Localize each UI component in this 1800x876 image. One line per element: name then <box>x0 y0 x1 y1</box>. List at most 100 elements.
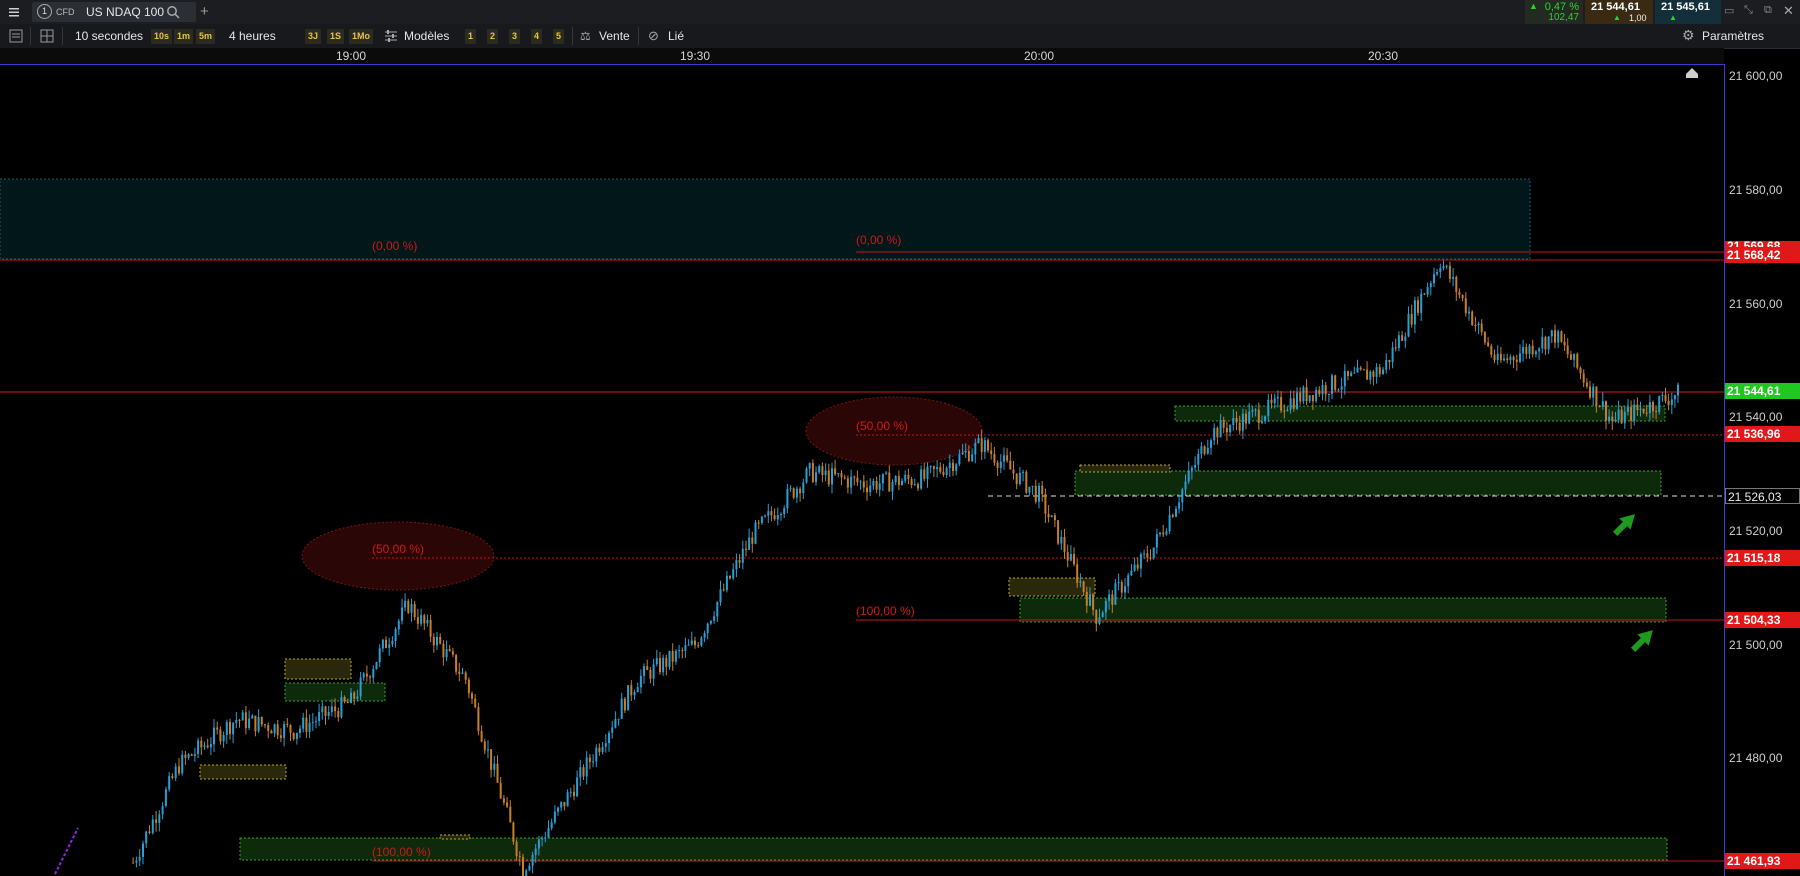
models-button[interactable]: Modèles <box>404 24 449 48</box>
interval-1m[interactable]: 1m <box>174 29 194 44</box>
candle-body <box>1025 471 1028 493</box>
candle-body <box>961 452 964 455</box>
menu-icon[interactable] <box>6 4 22 20</box>
candle-body <box>1178 502 1181 509</box>
candle-body <box>216 727 219 730</box>
candle-body <box>792 488 795 498</box>
search-icon[interactable] <box>166 5 180 22</box>
linked-button[interactable]: Lié <box>668 24 684 48</box>
candle-body <box>365 673 368 677</box>
candle-body <box>1359 367 1362 370</box>
popout-icon[interactable]: ⧉ <box>1764 4 1772 17</box>
candle-body <box>362 673 365 678</box>
candle-body <box>620 698 623 719</box>
candle-body <box>318 712 321 722</box>
candle-body <box>1608 416 1611 421</box>
candle-body <box>496 763 499 783</box>
candle-body <box>1124 586 1126 593</box>
candle-body <box>1356 367 1359 373</box>
candle-body <box>388 644 391 648</box>
interval-select[interactable]: 10 secondes <box>75 24 143 48</box>
range-1s[interactable]: 1S <box>327 29 345 44</box>
candle-body <box>770 511 773 516</box>
candle-body <box>1499 353 1502 361</box>
minimize-icon[interactable]: ▭ <box>1724 4 1734 17</box>
candle-body <box>404 600 407 608</box>
close-icon[interactable]: ✕ <box>1783 3 1794 19</box>
candle-body <box>311 721 314 723</box>
candle-body <box>426 620 429 624</box>
candle-body <box>1270 399 1273 404</box>
add-tab-button[interactable]: + <box>200 0 209 24</box>
candle-body <box>506 802 509 807</box>
shrink-icon[interactable]: ⤡ <box>1744 4 1753 17</box>
candle-body <box>135 860 138 863</box>
candle-body <box>1327 394 1330 395</box>
sliders-icon[interactable] <box>384 29 398 46</box>
ask-button[interactable]: 21 545,61 ▲ <box>1655 0 1721 24</box>
interval-5m[interactable]: 5m <box>196 29 216 44</box>
candle-body <box>799 488 802 494</box>
candle-body <box>1143 553 1146 555</box>
interval-10s[interactable]: 10s <box>151 29 173 44</box>
candle-body <box>808 463 811 469</box>
candle-body <box>432 636 435 646</box>
candle-body <box>248 718 251 728</box>
candle-body <box>1554 330 1556 343</box>
candle-body <box>1493 354 1496 361</box>
sell-button[interactable]: Vente <box>599 24 630 48</box>
order-block <box>1079 464 1171 473</box>
gear-icon[interactable]: ⚙ <box>1682 27 1695 44</box>
layout-2[interactable]: 2 <box>487 29 499 44</box>
candle-body <box>1404 336 1407 341</box>
candle-body <box>722 589 725 591</box>
order-block <box>439 834 471 840</box>
candle-body <box>1474 325 1477 326</box>
layout-3[interactable]: 3 <box>509 29 521 44</box>
candle-body <box>1391 347 1394 363</box>
candle-body <box>244 712 247 728</box>
candle-body <box>1311 395 1314 401</box>
tab-instrument[interactable]: 1 CFD US NDAQ 100 <box>32 2 196 22</box>
layout-5[interactable]: 5 <box>553 29 565 44</box>
candle-body <box>372 669 375 678</box>
candle-body <box>1194 465 1197 468</box>
fib-label: (50,00 %) <box>372 542 424 556</box>
candle-body <box>1426 287 1429 295</box>
candle-body <box>1452 277 1455 279</box>
scale-icon[interactable]: ⚖ <box>580 29 591 43</box>
range-3j[interactable]: 3J <box>305 29 322 44</box>
candle-body <box>1645 412 1648 414</box>
candle-body <box>592 761 595 763</box>
fib-ellipse <box>301 521 495 591</box>
layout-1[interactable]: 1 <box>465 29 477 44</box>
candle-body <box>1082 581 1085 592</box>
candle-body <box>952 462 954 471</box>
candle-body <box>544 837 547 839</box>
settings-button[interactable]: Paramètres <box>1702 24 1764 48</box>
candle-body <box>917 484 919 489</box>
layout-4[interactable]: 4 <box>531 29 543 44</box>
layout-icon[interactable] <box>40 29 54 46</box>
candle-body <box>1225 427 1228 433</box>
order-block <box>1008 577 1096 597</box>
candle-body <box>846 478 849 488</box>
candle-body <box>241 712 244 721</box>
bid-button[interactable]: 21 544,61 1,00 ▲ <box>1585 0 1653 24</box>
list-icon[interactable] <box>9 29 23 46</box>
candle-body <box>1429 283 1432 288</box>
candle-body <box>764 515 767 517</box>
candle-body <box>840 473 843 478</box>
range-select[interactable]: 4 heures <box>229 24 276 48</box>
candle-body <box>1423 293 1426 295</box>
price-chart[interactable]: (0,00 %) (50,00 %) (100,00 %) (0,00 %) (… <box>0 64 1724 876</box>
candle-body <box>1066 552 1069 561</box>
candle-body <box>1235 418 1238 423</box>
candle-body <box>891 482 894 492</box>
candle-body <box>238 720 241 721</box>
candle-body <box>343 696 346 702</box>
link-icon[interactable]: ⊘ <box>648 28 659 44</box>
candle-body <box>1595 386 1598 406</box>
candle-body <box>1420 293 1423 313</box>
range-1mo[interactable]: 1Mo <box>349 29 373 44</box>
